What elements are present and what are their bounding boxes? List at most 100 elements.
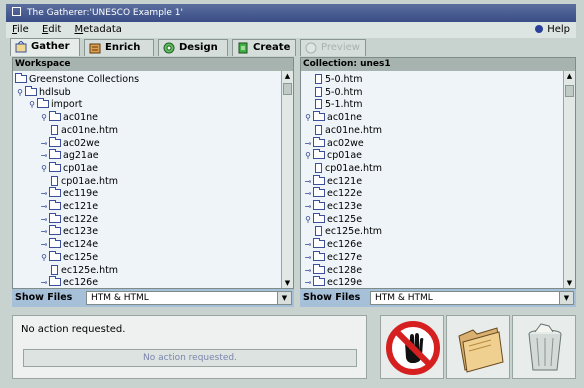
- expanded-toggle-icon[interactable]: ⚲: [39, 251, 49, 264]
- design-icon: [163, 42, 175, 54]
- collapsed-toggle-icon[interactable]: ⊸: [303, 137, 313, 150]
- tree-item-label: 5-0.htm: [325, 86, 363, 98]
- new-folder-button[interactable]: [446, 315, 510, 379]
- tree-file-item[interactable]: cp01ae.htm: [315, 162, 382, 175]
- tree-folder-item[interactable]: ⊸ ec119e: [39, 187, 98, 200]
- tree-item-label: ec122e: [327, 188, 363, 200]
- scroll-thumb[interactable]: [283, 83, 292, 95]
- scroll-down-icon[interactable]: ▼: [282, 278, 293, 288]
- tree-folder-item[interactable]: ⊸ ec127e: [303, 250, 362, 264]
- stop-button[interactable]: [380, 315, 444, 379]
- workspace-tree[interactable]: Greenstone Collections ⚲ hdlsub ⚲ import ⚲ ac0…: [13, 71, 281, 288]
- tab-gather[interactable]: Gather: [10, 38, 80, 56]
- tab-design[interactable]: Design: [158, 39, 228, 56]
- tree-folder-item[interactable]: ⊸ ec129e: [303, 276, 362, 288]
- menu-edit[interactable]: Edit: [42, 22, 61, 38]
- collapsed-toggle-icon[interactable]: ⊸: [39, 276, 49, 288]
- menu-metadata[interactable]: Metadata: [75, 22, 122, 38]
- collapsed-toggle-icon[interactable]: ⊸: [39, 238, 49, 251]
- folder-icon: [313, 187, 325, 198]
- collapsed-toggle-icon[interactable]: ⊸: [303, 200, 313, 213]
- collapsed-toggle-icon[interactable]: ⊸: [303, 276, 313, 288]
- expanded-toggle-icon[interactable]: ⚲: [39, 162, 49, 175]
- folder-icon: [25, 85, 37, 96]
- expanded-toggle-icon[interactable]: ⚲: [303, 149, 313, 162]
- collection-filter-select[interactable]: HTM & HTML ▼: [370, 291, 574, 305]
- workspace-filter-bar: Show Files HTM & HTML ▼: [12, 289, 294, 307]
- file-icon: [315, 74, 322, 84]
- workspace-scrollbar[interactable]: ▲ ▼: [281, 71, 293, 288]
- expanded-toggle-icon[interactable]: ⚲: [303, 111, 313, 124]
- scroll-down-icon[interactable]: ▼: [564, 278, 575, 288]
- tree-folder-item[interactable]: ⊸ ac02we: [303, 136, 364, 150]
- tree-item-label: ec123e: [327, 201, 363, 212]
- tree-folder-item[interactable]: ⊸ ec126e: [39, 276, 98, 288]
- collapsed-toggle-icon[interactable]: ⊸: [39, 137, 49, 150]
- collapsed-toggle-icon[interactable]: ⊸: [303, 187, 313, 200]
- chevron-down-icon[interactable]: ▼: [277, 292, 291, 304]
- collapsed-toggle-icon[interactable]: ⊸: [303, 264, 313, 277]
- progress-bar: No action requested.: [23, 349, 357, 367]
- tree-folder-item[interactable]: ⊸ ec122e: [39, 212, 98, 226]
- workspace-header: Workspace: [13, 58, 293, 71]
- tree-file-item[interactable]: ac01ne.htm: [51, 124, 118, 137]
- scroll-up-icon[interactable]: ▲: [564, 71, 575, 81]
- tab-create[interactable]: Create: [232, 39, 296, 56]
- tree-file-item[interactable]: ec125e.htm: [51, 264, 118, 277]
- tree-folder-item[interactable]: ⚲ ec125e: [39, 250, 98, 264]
- tree-file-item[interactable]: cp01ae.htm: [51, 175, 118, 188]
- tree-folder-item[interactable]: ⚲ import: [27, 98, 82, 111]
- folder-icon: [313, 149, 325, 160]
- scroll-thumb[interactable]: [565, 85, 574, 97]
- expanded-toggle-icon[interactable]: ⚲: [27, 98, 37, 111]
- tree-file-item[interactable]: 5-1.htm: [315, 98, 363, 111]
- tree-folder-item[interactable]: ⊸ ec124e: [39, 238, 98, 251]
- workspace-filter-select[interactable]: HTM & HTML ▼: [86, 291, 292, 305]
- tree-folder-item[interactable]: ⊸ ec122e: [303, 187, 362, 200]
- tree-folder-item[interactable]: ⊸ ec121e: [303, 174, 362, 188]
- tab-preview[interactable]: Preview: [300, 39, 366, 56]
- expanded-toggle-icon[interactable]: ⚲: [15, 86, 25, 99]
- collection-tree[interactable]: 5-0.htm 5-0.htm 5-1.htm ⚲ ac01ne ac01ne.htm ⊸ a…: [301, 71, 563, 288]
- tab-preview-label: Preview: [321, 42, 360, 53]
- collapsed-toggle-icon[interactable]: ⊸: [39, 213, 49, 226]
- tree-folder-item[interactable]: ⚲ ec125e: [303, 212, 362, 226]
- folder-icon: [49, 238, 61, 249]
- tree-folder-item[interactable]: ⚲ ac01ne: [303, 111, 362, 124]
- tree-folder-item[interactable]: ⊸ ec121e: [39, 200, 98, 213]
- tree-folder-item[interactable]: ⊸ ec126e: [303, 238, 362, 251]
- expanded-toggle-icon[interactable]: ⚲: [303, 213, 313, 226]
- tree-folder-item[interactable]: Greenstone Collections: [15, 73, 139, 86]
- folder-icon: [49, 111, 61, 122]
- collapsed-toggle-icon[interactable]: ⊸: [39, 149, 49, 162]
- expanded-toggle-icon[interactable]: ⚲: [39, 111, 49, 124]
- tree-folder-item[interactable]: ⚲ cp01ae: [39, 161, 98, 175]
- tree-item-label: cp01ae.htm: [325, 162, 383, 174]
- tree-folder-item[interactable]: ⊸ ec128e: [303, 263, 362, 277]
- tree-folder-item[interactable]: ⚲ ac01ne: [39, 111, 98, 124]
- tree-file-item[interactable]: 5-0.htm: [315, 86, 363, 99]
- menu-file[interactable]: File: [12, 22, 29, 38]
- scroll-up-icon[interactable]: ▲: [282, 71, 293, 81]
- tree-folder-item[interactable]: ⊸ ag21ae: [39, 149, 99, 162]
- help-menu[interactable]: Help: [535, 22, 570, 38]
- collapsed-toggle-icon[interactable]: ⊸: [39, 200, 49, 213]
- collapsed-toggle-icon[interactable]: ⊸: [39, 225, 49, 238]
- collapsed-toggle-icon[interactable]: ⊸: [39, 187, 49, 200]
- collapsed-toggle-icon[interactable]: ⊸: [303, 251, 313, 264]
- chevron-down-icon[interactable]: ▼: [559, 292, 573, 304]
- folder-icon: [37, 98, 49, 109]
- tree-file-item[interactable]: ac01ne.htm: [315, 124, 382, 137]
- tree-folder-item[interactable]: ⊸ ec123e: [39, 225, 98, 238]
- collapsed-toggle-icon[interactable]: ⊸: [303, 238, 313, 251]
- tree-file-item[interactable]: ec125e.htm: [315, 225, 382, 238]
- collection-scrollbar[interactable]: ▲ ▼: [563, 71, 575, 288]
- tree-folder-item[interactable]: ⚲ cp01ae: [303, 149, 362, 162]
- tree-folder-item[interactable]: ⊸ ec123e: [303, 200, 362, 213]
- collapsed-toggle-icon[interactable]: ⊸: [303, 175, 313, 188]
- trash-button[interactable]: [512, 315, 576, 379]
- tab-enrich[interactable]: Enrich: [84, 39, 154, 56]
- tree-file-item[interactable]: 5-0.htm: [315, 73, 363, 86]
- tree-folder-item[interactable]: ⊸ ac02we: [39, 136, 100, 150]
- tree-folder-item[interactable]: ⚲ hdlsub: [15, 85, 71, 99]
